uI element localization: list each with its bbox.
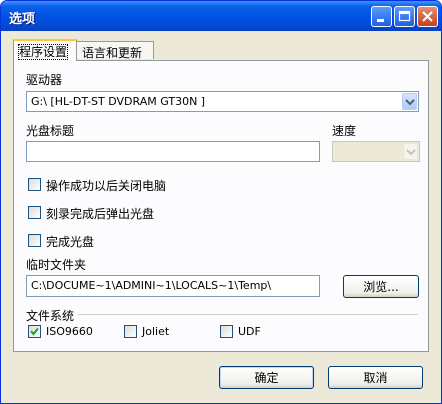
iso9660-label: ISO9660 [46,325,93,338]
options-dialog: 选项 程序设置 语言和更新 驱动器 G:\ [HL-DT-ST DVDRAM G… [0,0,442,404]
temp-folder-label: 临时文件夹 [26,258,87,272]
tab-label: 程序设置 [17,44,69,60]
shutdown-label: 操作成功以后关闭电脑 [46,179,167,193]
speed-select[interactable] [332,141,420,162]
cancel-button[interactable]: 取消 [328,366,423,389]
chevron-down-icon [406,149,416,156]
joliet-label: Joliet [142,325,170,338]
disc-title-input[interactable] [26,141,320,162]
maximize-icon [398,10,411,22]
iso9660-checkbox[interactable] [28,325,41,338]
udf-checkbox[interactable] [220,325,233,338]
checkmark-icon [30,327,39,336]
tab-program-settings[interactable]: 程序设置 [13,39,77,61]
udf-label: UDF [238,325,261,338]
speed-dropdown-button[interactable] [403,143,418,160]
drive-label: 驱动器 [26,73,63,87]
filesystem-divider [78,314,418,315]
disc-title-label: 光盘标题 [26,124,75,138]
filesystem-label: 文件系统 [26,309,75,323]
temp-folder-value: C:\DOCUME~1\ADMINI~1\LOCALS~1\Temp\ [31,279,272,292]
temp-folder-input[interactable]: C:\DOCUME~1\ADMINI~1\LOCALS~1\Temp\ [26,275,320,297]
close-icon [422,11,433,22]
speed-label: 速度 [332,124,357,138]
tab-language-update[interactable]: 语言和更新 [76,41,154,60]
ok-button[interactable]: 确定 [219,366,314,389]
drive-dropdown-button[interactable] [402,93,417,110]
drive-value: G:\ [HL-DT-ST DVDRAM GT30N ] [31,95,206,108]
eject-checkbox[interactable] [28,206,41,219]
close-button[interactable] [417,6,438,27]
shutdown-checkbox[interactable] [28,178,41,191]
window-title: 选项 [9,12,36,27]
settings-panel: 驱动器 G:\ [HL-DT-ST DVDRAM GT30N ] 光盘标题 速度… [13,60,429,352]
eject-label: 刻录完成后弹出光盘 [46,207,155,221]
joliet-checkbox[interactable] [124,325,137,338]
title-bar[interactable]: 选项 [1,1,441,31]
drive-select[interactable]: G:\ [HL-DT-ST DVDRAM GT30N ] [26,91,419,112]
minimize-icon [377,19,384,22]
chevron-down-icon [405,99,415,106]
maximize-button[interactable] [394,6,415,27]
tab-label: 语言和更新 [82,46,143,60]
finalize-label: 完成光盘 [46,235,95,249]
finalize-checkbox[interactable] [28,234,41,247]
browse-button[interactable]: 浏览... [343,275,419,298]
minimize-button[interactable] [371,6,392,27]
